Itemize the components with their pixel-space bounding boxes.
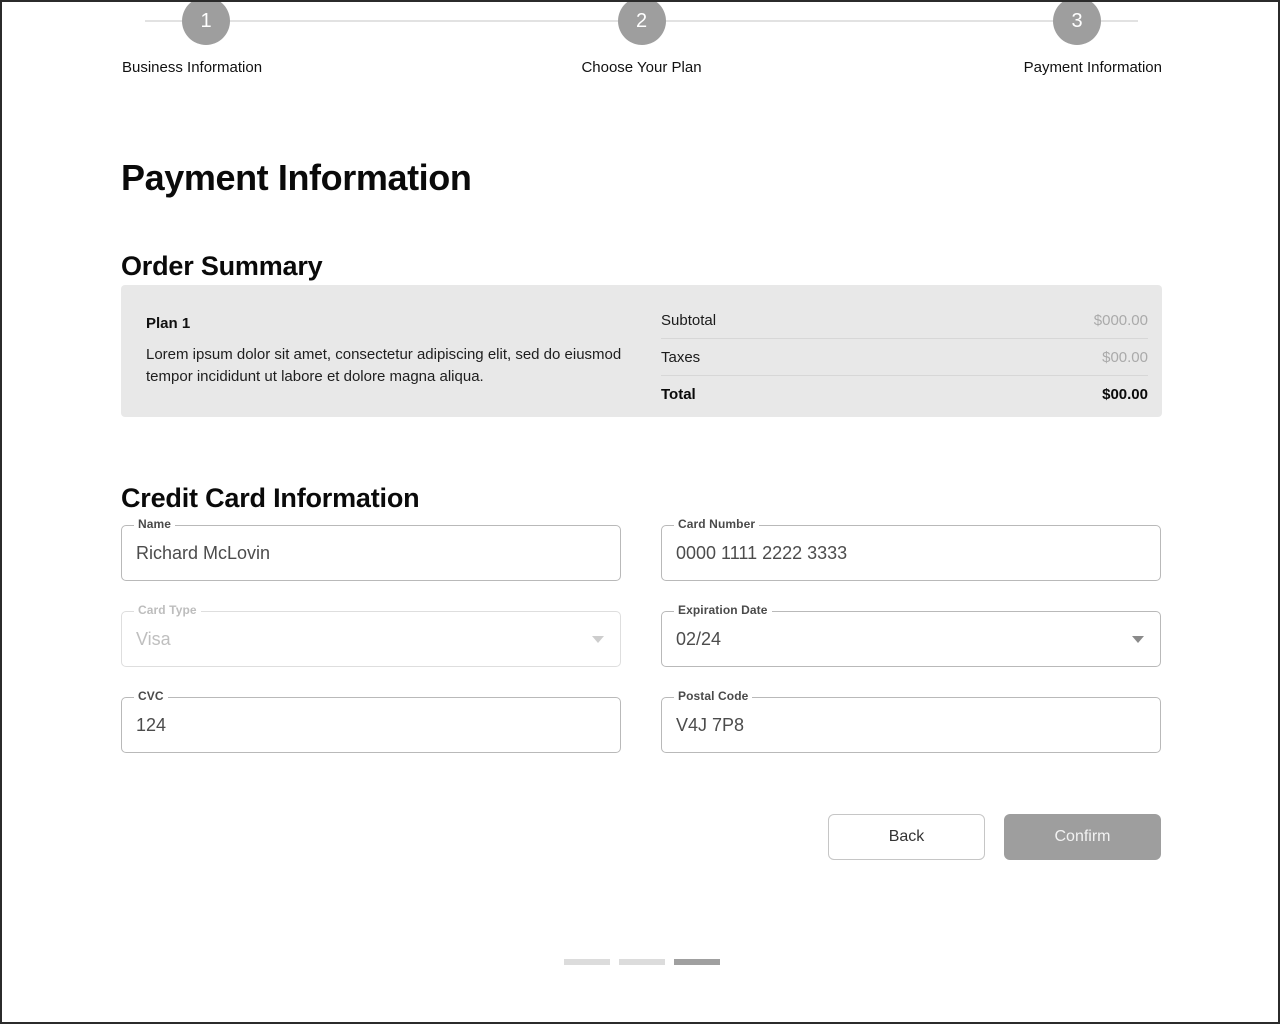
- plan-name: Plan 1: [146, 315, 191, 332]
- step-number-badge-2: 2: [617, 2, 666, 45]
- payment-information-screen: 1 Business Information 2 Choose Your Pla…: [2, 2, 1278, 1022]
- expiration-date-select-value[interactable]: [676, 611, 1106, 667]
- form-row-3: CVC Postal Code: [121, 689, 1162, 753]
- progress-dash-1[interactable]: [564, 959, 610, 965]
- summary-value-subtotal: $000.00: [1093, 311, 1148, 329]
- step-label-3: Payment Information: [1023, 59, 1162, 76]
- order-summary-totals: Subtotal $000.00 Taxes $00.00 Total $00.…: [661, 285, 1162, 417]
- summary-label-subtotal: Subtotal: [661, 311, 717, 329]
- back-button[interactable]: Back: [828, 814, 985, 860]
- summary-value-taxes: $00.00: [1102, 348, 1148, 366]
- step-number-badge-1: 1: [182, 2, 230, 45]
- step-number-badge-3: 3: [1053, 2, 1101, 45]
- card-type-field: Card Type: [121, 603, 621, 667]
- postal-code-field[interactable]: Postal Code: [661, 689, 1161, 753]
- summary-row-subtotal: Subtotal $000.00: [661, 302, 1148, 339]
- name-field[interactable]: Name: [121, 517, 621, 581]
- stepper-step-choose-your-plan[interactable]: 2 Choose Your Plan: [557, 2, 727, 76]
- progress-indicator: [564, 959, 720, 965]
- name-input[interactable]: [136, 525, 566, 581]
- card-number-input[interactable]: [676, 525, 1106, 581]
- form-row-2: Card Type Expiration Date: [121, 603, 1162, 667]
- stepper-step-payment-information[interactable]: 3 Payment Information: [992, 2, 1162, 76]
- expiration-date-field[interactable]: Expiration Date: [661, 603, 1161, 667]
- postal-code-input[interactable]: [676, 697, 1106, 753]
- order-summary-panel: Plan 1 Lorem ipsum dolor sit amet, conse…: [121, 285, 1162, 417]
- summary-row-taxes: Taxes $00.00: [661, 339, 1148, 376]
- summary-label-total: Total: [661, 386, 696, 403]
- page-title: Payment Information: [121, 157, 472, 199]
- form-actions: Back Confirm: [828, 814, 1161, 860]
- card-number-field[interactable]: Card Number: [661, 517, 1161, 581]
- summary-row-total: Total $00.00: [661, 376, 1148, 413]
- credit-card-form: Name Card Number Card Type Expiration Da…: [121, 517, 1162, 783]
- plan-description: Lorem ipsum dolor sit amet, consectetur …: [146, 346, 622, 385]
- form-row-1: Name Card Number: [121, 517, 1162, 581]
- progress-dash-3[interactable]: [674, 959, 720, 965]
- order-summary-heading: Order Summary: [121, 251, 323, 282]
- progress-dash-2[interactable]: [619, 959, 665, 965]
- card-type-select-value: [136, 611, 566, 667]
- chevron-down-icon: [592, 636, 604, 643]
- summary-label-taxes: Taxes: [661, 348, 701, 366]
- stepper-step-business-information[interactable]: 1 Business Information: [121, 2, 291, 76]
- step-label-1: Business Information: [122, 59, 263, 76]
- order-summary-plan-block: Plan 1 Lorem ipsum dolor sit amet, conse…: [121, 285, 661, 417]
- step-label-2: Choose Your Plan: [581, 59, 702, 76]
- cvc-input[interactable]: [136, 697, 566, 753]
- confirm-button[interactable]: Confirm: [1004, 814, 1161, 860]
- credit-card-information-heading: Credit Card Information: [121, 483, 420, 514]
- chevron-down-icon[interactable]: [1132, 636, 1144, 643]
- summary-value-total: $00.00: [1102, 386, 1148, 403]
- cvc-field[interactable]: CVC: [121, 689, 621, 753]
- checkout-stepper: 1 Business Information 2 Choose Your Pla…: [121, 2, 1162, 87]
